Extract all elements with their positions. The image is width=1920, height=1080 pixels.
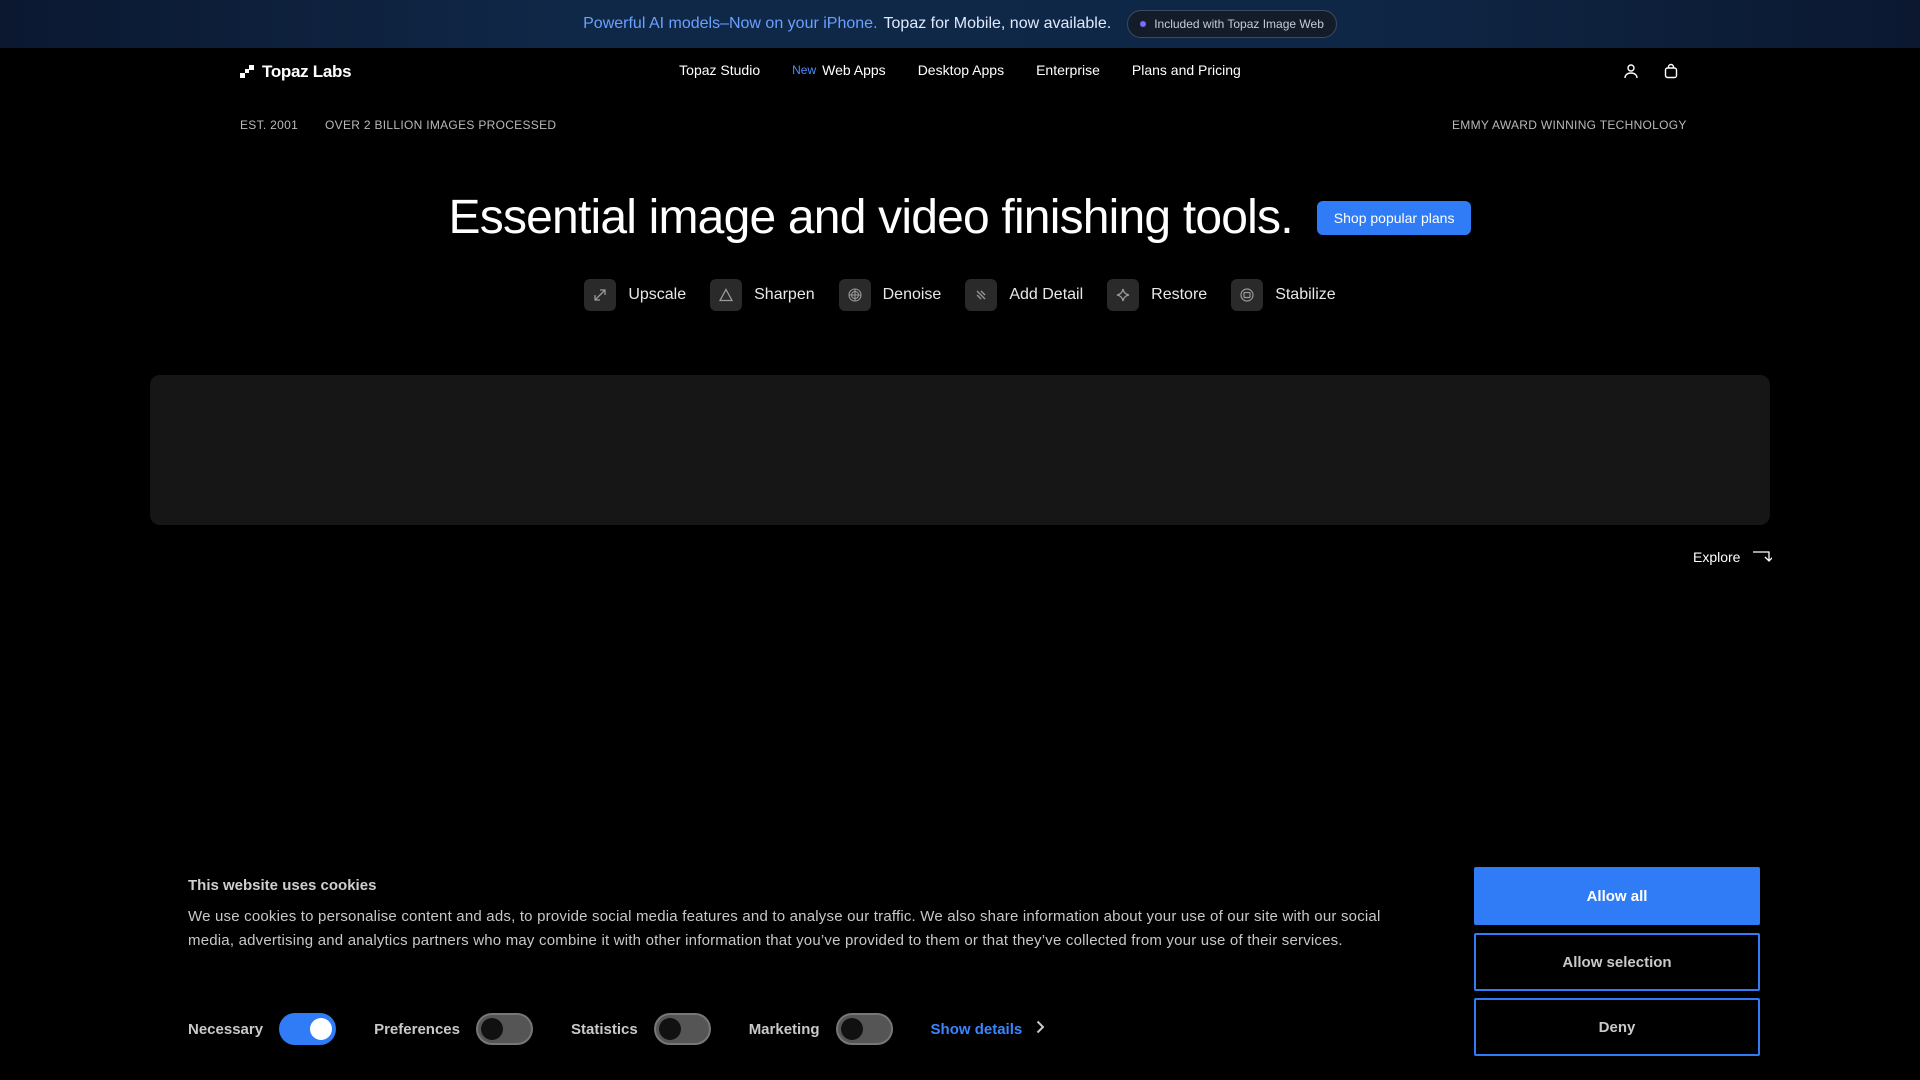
- announcement-highlight[interactable]: Powerful AI models–Now on your iPhone.: [583, 15, 877, 33]
- show-details-link[interactable]: Show details: [931, 1020, 1046, 1038]
- shop-popular-plans-button[interactable]: Shop popular plans: [1316, 200, 1472, 235]
- nav-item-enterprise[interactable]: Enterprise: [1036, 62, 1100, 78]
- stat-established: EST. 2001: [240, 118, 299, 132]
- stat-images-processed: OVER 2 BILLION IMAGES PROCESSED: [325, 118, 557, 132]
- feature-upscale[interactable]: Upscale: [584, 279, 686, 311]
- switch-knob: [480, 1018, 503, 1040]
- toggle-label: Statistics: [570, 1020, 638, 1038]
- user-icon[interactable]: [1620, 60, 1642, 82]
- feature-label: Upscale: [628, 286, 687, 303]
- stabilize-icon: [1231, 279, 1264, 311]
- stat-emmy-award: EMMY AWARD WINNING TECHNOLOGY: [1452, 118, 1687, 132]
- nav-icons: [1620, 60, 1682, 82]
- feature-label: Stabilize: [1275, 286, 1336, 303]
- switch-knob: [840, 1018, 863, 1040]
- cookie-title: This website uses cookies: [188, 877, 377, 894]
- nav-item-label: Desktop Apps: [917, 62, 1005, 78]
- switch-knob: [310, 1018, 333, 1040]
- sharpen-icon: [710, 279, 743, 311]
- feature-sharpen[interactable]: Sharpen: [710, 279, 815, 311]
- explore-label: Explore: [1693, 548, 1741, 565]
- nav-item-label: Enterprise: [1036, 62, 1100, 78]
- cookie-banner: This website uses cookies We use cookies…: [0, 845, 1920, 1080]
- toggle-label: Preferences: [374, 1020, 460, 1038]
- top-nav: Topaz Labs Topaz Studio New Web Apps Des…: [0, 48, 1920, 96]
- announcement-bar[interactable]: Powerful AI models–Now on your iPhone. T…: [0, 0, 1920, 48]
- included-pill[interactable]: Included with Topaz Image Web: [1127, 10, 1337, 38]
- chevron-right-icon: [1036, 1020, 1045, 1038]
- preferences-switch[interactable]: [475, 1013, 533, 1045]
- toggle-preferences: Preferences: [374, 1013, 533, 1045]
- toggle-label: Necessary: [188, 1020, 264, 1038]
- feature-add-detail[interactable]: Add Detail: [965, 279, 1083, 311]
- pill-label: Included with Topaz Image Web: [1154, 17, 1324, 31]
- hero-title: Essential image and video finishing tool…: [448, 191, 1294, 244]
- feature-label: Add Detail: [1009, 286, 1084, 303]
- feature-label: Restore: [1151, 286, 1208, 303]
- denoise-icon: [838, 279, 871, 311]
- nav-item-web-apps[interactable]: New Web Apps: [792, 62, 886, 78]
- toggle-necessary: Necessary: [188, 1013, 337, 1045]
- add-detail-icon: [965, 279, 998, 311]
- pill-dot-icon: [1140, 21, 1147, 27]
- arrow-down-right-icon: [1752, 548, 1774, 565]
- feature-label: Denoise: [882, 286, 942, 303]
- announcement-text[interactable]: Topaz for Mobile, now available.: [884, 15, 1112, 33]
- allow-selection-button[interactable]: Allow selection: [1474, 933, 1760, 991]
- nav-item-topaz-studio[interactable]: Topaz Studio: [679, 62, 760, 78]
- deny-button[interactable]: Deny: [1474, 998, 1760, 1056]
- feature-denoise[interactable]: Denoise: [838, 279, 942, 311]
- nav-item-plans-pricing[interactable]: Plans and Pricing: [1132, 62, 1241, 78]
- statistics-switch[interactable]: [653, 1013, 711, 1045]
- necessary-switch[interactable]: [279, 1013, 337, 1045]
- marketing-switch[interactable]: [835, 1013, 893, 1045]
- restore-icon: [1107, 279, 1140, 311]
- feature-list: Upscale Sharpen Denoise Add Detail Resto…: [0, 279, 1920, 311]
- feature-restore[interactable]: Restore: [1107, 279, 1207, 311]
- toggle-label: Marketing: [748, 1020, 820, 1038]
- nav-item-desktop-apps[interactable]: Desktop Apps: [918, 62, 1004, 78]
- cart-icon[interactable]: [1660, 60, 1682, 82]
- toggle-marketing: Marketing: [749, 1013, 893, 1045]
- nav-item-label: Topaz Studio: [679, 62, 761, 78]
- feature-stabilize[interactable]: Stabilize: [1231, 279, 1336, 311]
- switch-knob: [658, 1018, 681, 1040]
- feature-label: Sharpen: [754, 286, 815, 303]
- show-details-label: Show details: [930, 1020, 1023, 1038]
- cookie-toggles: Necessary Preferences Statistics Marketi…: [188, 1013, 1045, 1045]
- explore-link[interactable]: Explore: [1693, 548, 1774, 565]
- nav-item-label: Web Apps: [822, 62, 886, 78]
- toggle-statistics: Statistics: [571, 1013, 711, 1045]
- hero: Essential image and video finishing tool…: [0, 190, 1920, 245]
- cookie-body: We use cookies to personalise content an…: [188, 908, 1381, 949]
- media-showcase: [150, 375, 1770, 525]
- nav-item-label: Plans and Pricing: [1131, 62, 1241, 78]
- upscale-icon: [584, 279, 617, 311]
- new-badge: New: [792, 63, 817, 77]
- allow-all-button[interactable]: Allow all: [1474, 867, 1760, 925]
